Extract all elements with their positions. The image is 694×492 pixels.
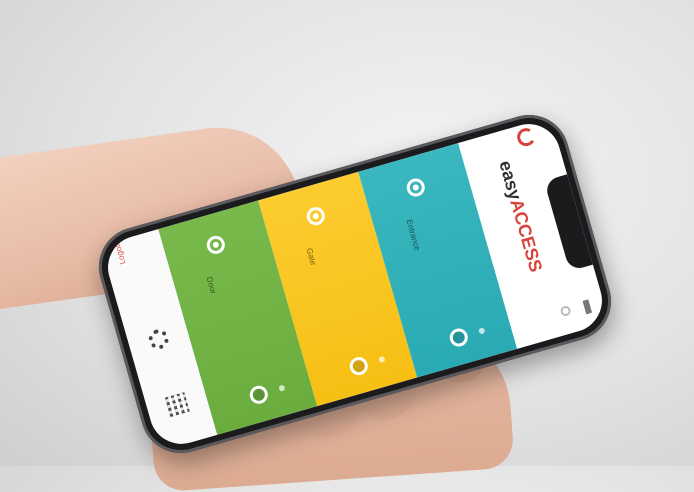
panel-label: Gate: [304, 247, 318, 267]
unlock-button-icon[interactable]: [247, 383, 270, 406]
panel-label: Entrance: [404, 218, 423, 252]
brand-logo-icon: [515, 126, 538, 149]
settings-icon[interactable]: [559, 304, 572, 318]
photo-scene: Logout Door Gate Entrance easyACCESS: [0, 0, 694, 492]
brand-name-easy: easy: [495, 158, 526, 203]
battery-icon: [582, 299, 593, 315]
info-icon[interactable]: [378, 355, 386, 364]
info-icon[interactable]: [478, 327, 486, 335]
brand-logo-text: easyACCESS: [494, 158, 546, 274]
unlock-button-icon[interactable]: [347, 355, 370, 378]
qr-code-pattern: [165, 392, 190, 418]
logout-link[interactable]: Logout: [112, 239, 127, 265]
unlock-button-icon[interactable]: [447, 326, 470, 349]
gear-icon[interactable]: [146, 326, 171, 352]
info-icon[interactable]: [278, 384, 286, 392]
brand-name-access: ACCESS: [506, 196, 547, 275]
panel-label: Door: [204, 275, 219, 295]
